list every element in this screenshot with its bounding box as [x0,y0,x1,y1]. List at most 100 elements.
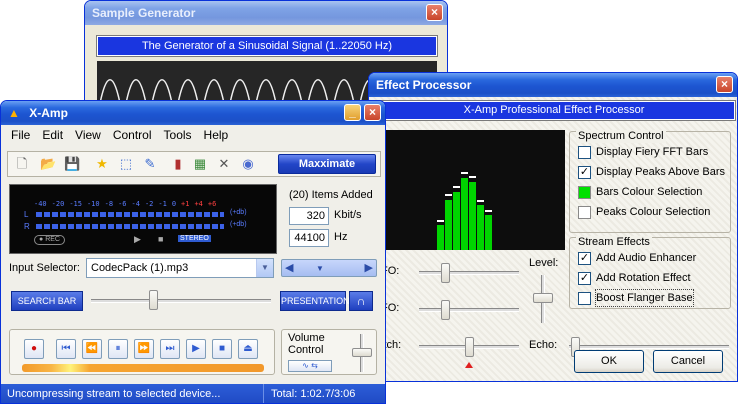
close-icon[interactable]: × [426,4,443,21]
pitch-thumb[interactable] [465,337,474,357]
option-label: Display Peaks Above Bars [596,166,726,178]
generator-titlebar[interactable]: Sample Generator × [85,1,447,25]
frequency-field: 44100 [289,229,329,247]
db-label-right: (+db) [230,221,247,228]
menu-view[interactable]: View [69,125,107,145]
checkbox[interactable] [578,145,591,159]
meter-scale-tick: -20 [51,200,65,208]
search-bar-button[interactable]: SEARCH BAR [11,291,83,311]
spectrum-bar [445,200,452,250]
items-added: (20) Items Added [289,189,373,201]
meter-scale-tick: -1 [158,200,167,208]
level-label: Level: [529,257,559,269]
skip-back-icon[interactable]: ⏮ [56,339,76,359]
volume-control-box: Volume Control ∿ ⇆ [281,329,377,375]
fo2-thumb[interactable] [441,300,450,320]
battery-icon[interactable]: ▮ [170,156,186,172]
frequency-unit: Hz [334,231,348,243]
loop-icon[interactable]: ∩ [349,291,373,311]
stream-effects-title: Stream Effects [576,236,652,249]
select-area-icon[interactable]: ⬚ [118,156,134,172]
skip-forward-icon[interactable]: ⏭ [160,339,180,359]
opt-bars-colour[interactable]: Bars Colour Selection [578,184,702,200]
eject-icon[interactable]: ⏏ [238,339,258,359]
disc-icon[interactable]: ◉ [240,156,256,172]
left-arrow-icon[interactable]: ◀ [285,261,293,274]
rec-indicator: ● REC [34,235,65,245]
menu-control[interactable]: Control [107,125,158,145]
opt-audio-enhancer[interactable]: ✓ Add Audio Enhancer [578,250,696,266]
edit-icon[interactable]: ✎ [142,156,158,172]
meter-scale-tick: -4 [131,200,140,208]
fx-titlebar[interactable]: Effect Processor × [369,73,737,97]
fast-forward-icon[interactable]: ⏩ [134,339,154,359]
play-indicator-icon: ▶ [134,234,141,244]
chevron-down-icon[interactable]: ▼ [256,259,273,277]
xamp-window: ▲ X-Amp _ × File Edit View Control Tools… [0,100,386,404]
channel-l-label: L [24,210,29,219]
right-arrow-icon[interactable]: ▶ [365,261,373,274]
down-arrow-icon[interactable]: ▼ [316,264,324,273]
cancel-button[interactable]: Cancel [653,350,723,373]
presentation-button[interactable]: PRESENTATION [280,291,350,311]
menu-help[interactable]: Help [198,125,235,145]
spectrum-peak [477,200,484,202]
input-selector-dropdown[interactable]: CodecPack (1).mp3 ▼ [86,258,274,278]
chart-icon[interactable]: ▦ [192,156,208,172]
spectrum-control-group: Spectrum Control Display Fiery FFT Bars … [569,130,731,233]
pause-icon[interactable]: ⏸ [108,339,128,359]
stop-indicator-icon: ■ [158,234,164,244]
option-label: Peaks Colour Selection [596,206,711,218]
close-icon[interactable]: × [364,104,381,121]
checkbox[interactable] [578,291,591,305]
ok-button[interactable]: OK [574,350,644,373]
checkbox-checked[interactable]: ✓ [578,271,591,285]
record-icon[interactable]: ● [24,339,44,359]
play-icon[interactable]: ▶ [186,339,206,359]
checkbox-checked[interactable]: ✓ [578,251,591,265]
menu-edit[interactable]: Edit [36,125,69,145]
stop-icon[interactable]: ■ [212,339,232,359]
fx-title: Effect Processor [376,78,472,92]
spectrum-bar [477,205,484,250]
nav-slider[interactable]: ◀ ▼ ▶ [281,259,377,277]
playback-progress[interactable] [22,364,264,372]
minimize-icon[interactable]: _ [344,104,361,121]
fo1-track[interactable] [419,271,519,275]
save-icon[interactable]: 💾 [64,156,80,172]
status-total-time: Total: 1:02.7/3:06 [271,388,356,400]
option-label: Display Fiery FFT Bars [596,146,709,158]
open-folder-icon[interactable]: 📂 [40,156,56,172]
peaks-colour-swatch[interactable] [578,205,591,219]
fo2-track[interactable] [419,308,519,312]
menu-tools[interactable]: Tools [158,125,198,145]
opt-flanger-base[interactable]: Boost Flanger Base [578,289,694,307]
seek-track[interactable] [91,299,271,303]
seek-thumb[interactable] [149,290,158,310]
volume-mode-toggle[interactable]: ∿ ⇆ [288,360,332,372]
xamp-titlebar[interactable]: ▲ X-Amp _ × [1,101,385,125]
tools-icon[interactable]: ✕ [216,156,232,172]
favorite-star-icon[interactable]: ★ [94,156,110,172]
opt-peaks-colour[interactable]: Peaks Colour Selection [578,204,710,220]
opt-fiery-fft[interactable]: Display Fiery FFT Bars [578,144,708,160]
checkbox-checked[interactable]: ✓ [578,165,591,179]
fo1-thumb[interactable] [441,263,450,283]
presentation-label: PRESENTATION [281,296,350,306]
opt-rotation-effect[interactable]: ✓ Add Rotation Effect [578,270,691,286]
spectrum-bar [469,182,476,250]
maximate-button[interactable]: Maxximate [278,154,376,174]
stereo-indicator: STEREO [178,235,211,242]
new-file-icon[interactable]: 🗋 [14,156,30,172]
opt-peaks-above[interactable]: ✓ Display Peaks Above Bars [578,164,725,180]
rewind-icon[interactable]: ⏪ [82,339,102,359]
echo-track[interactable] [569,345,729,349]
close-icon[interactable]: × [716,76,733,93]
level-thumb[interactable] [533,293,553,303]
spectrum-analyzer [379,130,565,250]
menu-file[interactable]: File [5,125,36,145]
option-label: Boost Flanger Base [595,289,694,307]
bars-colour-swatch[interactable] [578,185,591,199]
spectrum-peak [445,194,452,196]
volume-thumb[interactable] [352,348,372,357]
